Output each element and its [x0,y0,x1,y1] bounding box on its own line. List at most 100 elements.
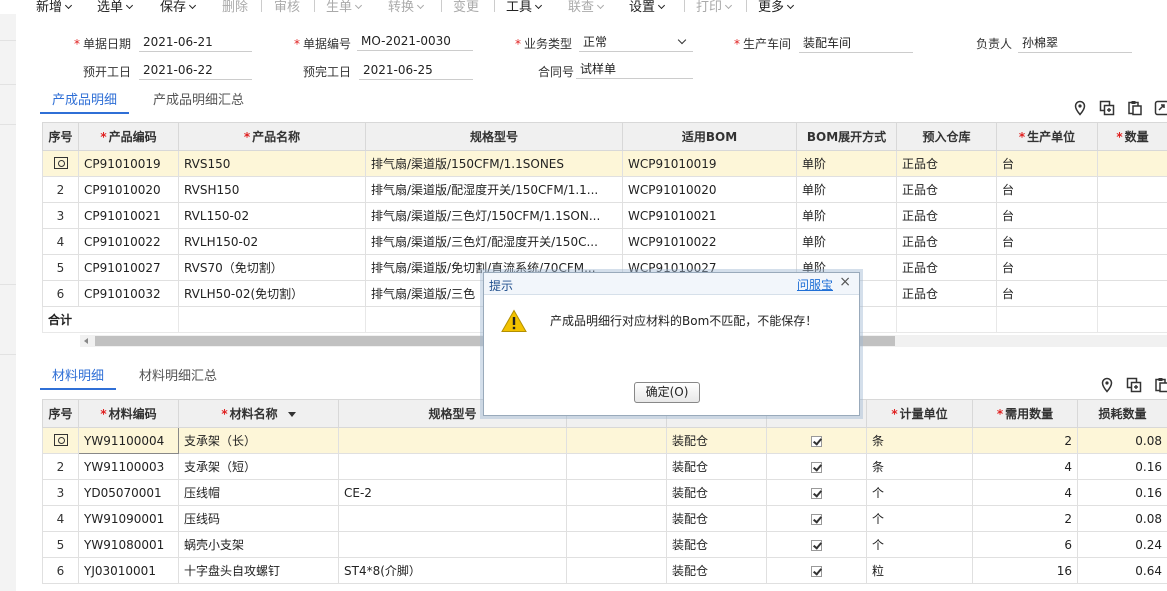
plan-end-field[interactable]: 2021-06-25 [359,60,473,80]
caret-down-icon[interactable] [287,412,296,417]
unit-cell[interactable]: 台 [996,228,1098,255]
scroll-left-icon[interactable] [84,338,88,344]
loss-qty-cell[interactable]: 0.16 [1077,453,1167,480]
biz-type-select[interactable]: 正常 [579,32,693,52]
loss-qty-cell[interactable]: 0.64 [1077,557,1167,584]
spec-cell[interactable]: 排气扇/渠道版/150CFM/1.1SONES [365,150,623,177]
bom-mode-cell[interactable]: 单阶 [796,150,897,177]
location-icon[interactable] [1072,100,1088,116]
table-row[interactable]: 3 YD05070001 压线帽 CE-2 装配仓 个 4 0.16 [42,479,1167,506]
unit-cell[interactable]: 粒 [866,557,973,584]
col-warehouse[interactable]: 预入仓库 [896,122,997,151]
row-edit-icon[interactable] [53,157,68,169]
spec-cell[interactable] [338,427,567,454]
flag-cell[interactable] [766,479,867,506]
material-name-cell[interactable]: 支承架（短） [178,453,339,480]
unit-cell[interactable]: 台 [996,254,1098,281]
loss-qty-cell[interactable]: 0.08 [1077,427,1167,454]
col-loss-qty[interactable]: 损耗数量 [1077,399,1167,428]
table-row[interactable]: 2 YW91100003 支承架（短） 装配仓 条 4 0.16 [42,453,1167,480]
toolbar-new-button[interactable]: 新增 [36,0,73,14]
checkbox[interactable] [811,565,822,577]
need-qty-cell[interactable]: 6 [972,531,1078,558]
table-row[interactable]: 2 CP91010020 RVSH150 排气扇/渠道版/配湿度开关/150CF… [42,176,1167,203]
col-material-code[interactable]: * 材料编码 [78,399,179,428]
need-qty-cell[interactable]: 2 [972,427,1078,454]
checkbox[interactable] [811,435,822,447]
warehouse-cell[interactable]: 装配仓 [666,427,767,454]
spec-cell[interactable]: ST4*8(介脚） [338,557,567,584]
loss-qty-cell[interactable]: 0.24 [1077,531,1167,558]
col-product-name[interactable]: * 产品名称 [178,122,366,151]
product-code-cell[interactable]: CP91010032 [78,280,179,307]
paste-icon[interactable] [1154,377,1167,393]
unit-cell[interactable]: 台 [996,202,1098,229]
warehouse-cell[interactable]: 正品仓 [896,280,997,307]
material-code-cell[interactable]: YW91090001 [78,505,179,532]
col-need-qty[interactable]: * 需用数量 [972,399,1078,428]
bom-mode-cell[interactable]: 单阶 [796,176,897,203]
flag-cell[interactable] [766,453,867,480]
dialog-title-bar[interactable]: 提示 问服宝 × [484,273,859,295]
col-spec[interactable]: 规格型号 [365,122,623,151]
checkbox[interactable] [811,487,822,499]
product-name-cell[interactable]: RVS150 [178,150,366,177]
bom-cell[interactable]: WCP91010020 [622,176,797,203]
material-name-cell[interactable]: 压线码 [178,505,339,532]
qty-cell[interactable] [1097,228,1167,255]
doc-date-field[interactable]: 2021-06-21 [139,32,252,52]
flag-cell[interactable] [766,427,867,454]
product-name-cell[interactable]: RVLH50-02(免切割） [178,280,366,307]
ok-button[interactable]: 确定(O) [634,382,700,403]
warehouse-cell[interactable]: 装配仓 [666,505,767,532]
col-bom[interactable]: 适用BOM [622,122,797,151]
row-handle[interactable] [42,427,79,454]
checkbox[interactable] [811,513,822,525]
help-link[interactable]: 问服宝 [797,276,833,293]
qty-cell[interactable] [1097,280,1167,307]
toolbar-select-button[interactable]: 选单 [97,0,134,14]
col-product-code[interactable]: * 产品编码 [78,122,179,151]
toolbar-more-button[interactable]: 更多 [758,0,795,14]
product-name-cell[interactable]: RVL150-02 [178,202,366,229]
unit-cell[interactable]: 条 [866,427,973,454]
owner-field[interactable]: 孙棉翠 [1018,33,1132,53]
material-code-cell[interactable]: YW91100004 [78,427,179,454]
table-row[interactable]: 3 CP91010021 RVL150-02 排气扇/渠道版/三色灯/150CF… [42,202,1167,229]
export-icon[interactable] [1154,100,1167,116]
warehouse-cell[interactable]: 装配仓 [666,531,767,558]
product-code-cell[interactable]: CP91010022 [78,228,179,255]
table-row[interactable]: 4 YW91090001 压线码 装配仓 个 2 0.08 [42,505,1167,532]
product-code-cell[interactable]: CP91010019 [78,150,179,177]
col-unit[interactable]: * 生产单位 [996,122,1098,151]
unit-cell[interactable]: 个 [866,531,973,558]
need-qty-cell[interactable]: 4 [972,453,1078,480]
product-name-cell[interactable]: RVLH150-02 [178,228,366,255]
unit-cell[interactable]: 个 [866,505,973,532]
unit-cell[interactable]: 台 [996,176,1098,203]
warehouse-cell[interactable]: 装配仓 [666,479,767,506]
product-name-cell[interactable]: RVS70（免切割） [178,254,366,281]
product-code-cell[interactable]: CP91010021 [78,202,179,229]
bom-mode-cell[interactable]: 单阶 [796,228,897,255]
toolbar-delete-button[interactable]: 删除 [222,0,248,14]
workshop-field[interactable]: 装配车间 [799,33,913,53]
bom-mode-cell[interactable]: 单阶 [796,202,897,229]
need-qty-cell[interactable]: 4 [972,479,1078,506]
toolbar-query-button[interactable]: 联查 [568,0,605,14]
col-seq[interactable]: 序号 [42,399,79,428]
toolbar-print-button[interactable]: 打印 [696,0,733,14]
table-row[interactable]: 6 YJ03010001 十字盘头自攻螺钉 ST4*8(介脚） 装配仓 粒 16… [42,557,1167,584]
unit-cell[interactable]: 条 [866,453,973,480]
tab-material-detail[interactable]: 材料明细 [40,366,117,390]
qty-cell[interactable] [1097,202,1167,229]
spec-cell[interactable]: CE-2 [338,479,567,506]
toolbar-tools-button[interactable]: 工具 [506,0,543,14]
contract-field[interactable]: 试样单 [576,59,693,79]
unit-cell[interactable]: 台 [996,150,1098,177]
product-name-cell[interactable]: RVSH150 [178,176,366,203]
table-row[interactable]: 4 CP91010022 RVLH150-02 排气扇/渠道版/三色灯/配湿度开… [42,228,1167,255]
tab-product-summary[interactable]: 产成品明细汇总 [153,90,244,114]
col-bom-mode[interactable]: BOM展开方式 [796,122,897,151]
flag-cell[interactable] [766,557,867,584]
